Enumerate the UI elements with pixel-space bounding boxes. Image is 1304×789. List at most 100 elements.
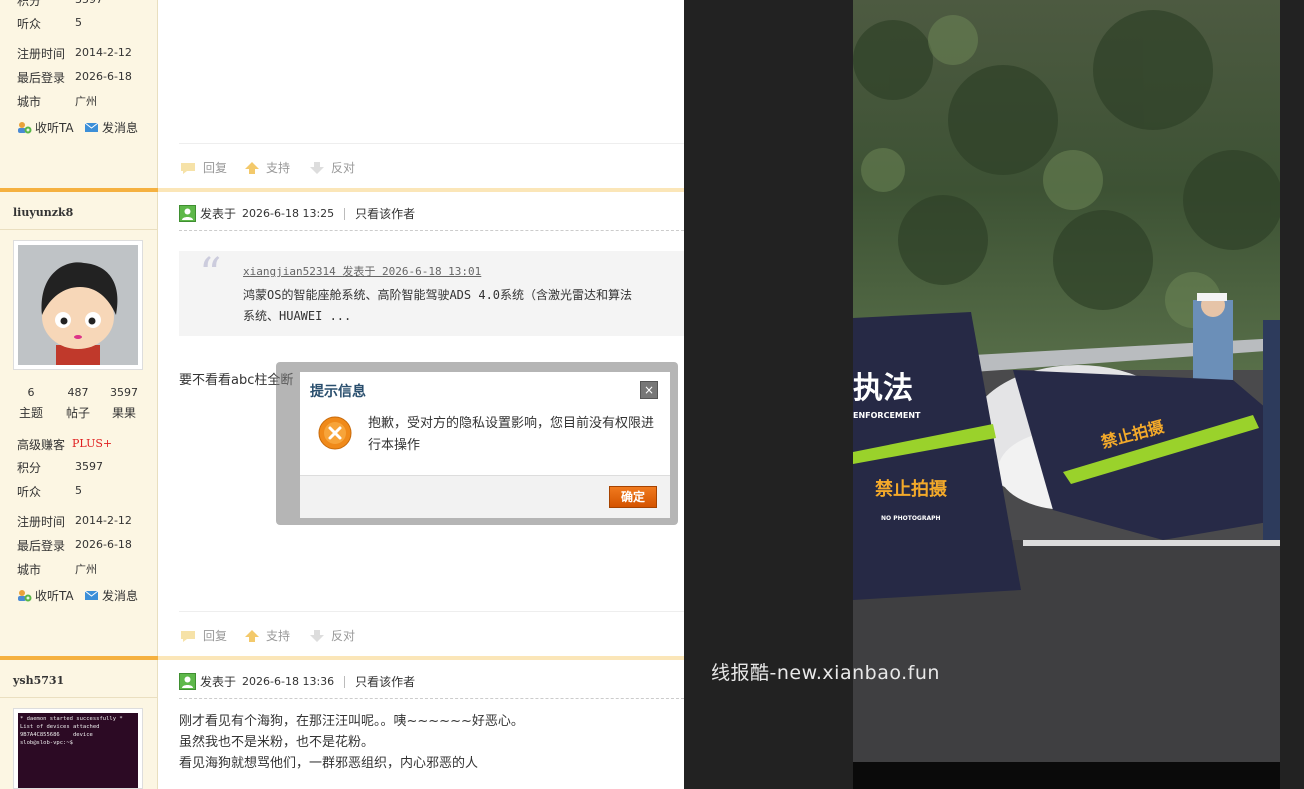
follow-link[interactable]: 收听TA bbox=[17, 119, 74, 136]
follow-icon bbox=[18, 122, 32, 134]
quote-line: 鸿蒙OS的智能座舱系统、高阶智能驾驶ADS 4.0系统（含激光雷达和算法 bbox=[243, 288, 633, 302]
separator bbox=[344, 675, 346, 688]
divider bbox=[0, 229, 158, 230]
posts-count[interactable]: 487 bbox=[58, 386, 98, 399]
message-label: 发消息 bbox=[102, 121, 139, 135]
reply-button[interactable]: 回复 bbox=[179, 159, 227, 176]
video-frame[interactable]: 执法 ENFORCEMENT 禁止拍摄 NO PHOTOGRAPH 禁止拍摄 bbox=[853, 0, 1280, 762]
reply-button[interactable]: 回复 bbox=[179, 627, 227, 644]
watermark: 线报酷-new.xianbao.fun bbox=[711, 662, 940, 684]
posted-prefix: 发表于 bbox=[200, 207, 237, 221]
reg-value: 2014-2-12 bbox=[75, 514, 132, 527]
avatar-image bbox=[18, 245, 138, 365]
topics-label: 主题 bbox=[18, 406, 43, 420]
support-button[interactable]: 支持 bbox=[244, 159, 290, 176]
city-label: 城市 bbox=[17, 95, 42, 109]
message-label: 发消息 bbox=[102, 589, 139, 603]
fruit-count[interactable]: 3597 bbox=[104, 386, 144, 399]
follow-link[interactable]: 收听TA bbox=[17, 587, 74, 604]
dialog-message: 抱歉，受对方的隐私设置影响，您目前没有权限进行本操作 bbox=[368, 416, 655, 453]
reg-label: 注册时间 bbox=[17, 515, 66, 529]
last-login-value: 2026-6-18 bbox=[75, 538, 132, 551]
support-button[interactable]: 支持 bbox=[244, 627, 290, 644]
reg-label: 注册时间 bbox=[17, 47, 66, 61]
post-text-line: 虽然我也不是米粉，也不是花粉。 bbox=[179, 735, 375, 750]
sign-text: 禁止拍摄 bbox=[875, 478, 948, 500]
sign-text: 执法 bbox=[853, 371, 913, 406]
thumb-up-icon bbox=[245, 629, 259, 642]
last-login-label: 最后登录 bbox=[17, 539, 66, 553]
support-label: 支持 bbox=[266, 161, 291, 175]
listeners-value: 5 bbox=[75, 16, 82, 29]
author-only-link[interactable]: 只看该作者 bbox=[355, 673, 415, 690]
oppose-label: 反对 bbox=[331, 629, 356, 643]
listeners-label: 听众 bbox=[17, 17, 42, 31]
online-user-icon bbox=[179, 205, 196, 222]
dialog-title: 提示信息 bbox=[310, 384, 366, 400]
online-user-icon bbox=[179, 673, 196, 690]
oppose-label: 反对 bbox=[331, 161, 356, 175]
post-text-line: 刚才看见有个海狗，在那汪汪叫呢。。咦~~~~~~好恶心。 bbox=[179, 714, 524, 729]
thumb-up-icon bbox=[245, 161, 259, 174]
username[interactable]: liuyunzk8 bbox=[13, 206, 73, 219]
quote-header[interactable]: xiangjian52314 发表于 2026-6-18 13:01 bbox=[243, 263, 481, 279]
avatar[interactable]: * daemon started successfully * List of d… bbox=[13, 708, 143, 789]
oppose-button[interactable]: 反对 bbox=[309, 627, 355, 644]
post-time: 2026-6-18 13:36 bbox=[242, 675, 335, 688]
topics-count[interactable]: 6 bbox=[11, 386, 51, 399]
close-button[interactable]: × bbox=[640, 381, 658, 399]
city-value: 广州 bbox=[75, 563, 97, 576]
post-header-line bbox=[179, 230, 684, 231]
reg-value: 2014-2-12 bbox=[75, 46, 132, 59]
forum-page: 积分 3597 听众 5 注册时间 2014-2-12 最后登录 2026-6-… bbox=[0, 0, 1304, 789]
rank-badge: PLUS+ bbox=[72, 437, 113, 450]
message-link[interactable]: 发消息 bbox=[84, 587, 138, 604]
post-footer-line bbox=[179, 611, 684, 612]
listeners-label: 听众 bbox=[17, 485, 42, 499]
thumb-down-icon bbox=[310, 629, 324, 642]
listeners-value: 5 bbox=[75, 484, 82, 497]
post-separator bbox=[0, 188, 684, 192]
fruit-label: 果果 bbox=[111, 406, 136, 420]
sign-text: ENFORCEMENT bbox=[853, 411, 921, 420]
message-link[interactable]: 发消息 bbox=[84, 119, 138, 136]
last-login-value: 2026-6-18 bbox=[75, 70, 132, 83]
terminal-line: slob@slob-vpc:~$ bbox=[20, 740, 73, 746]
points-label: 积分 bbox=[17, 0, 42, 8]
post-separator bbox=[0, 656, 684, 660]
follow-label: 收听TA bbox=[35, 121, 74, 135]
terminal-line: 9B7A4C855686 device bbox=[20, 732, 93, 738]
reply-icon bbox=[181, 162, 195, 174]
video-overlay[interactable]: 执法 ENFORCEMENT 禁止拍摄 NO PHOTOGRAPH 禁止拍摄 线… bbox=[684, 0, 1304, 789]
video-still: 执法 ENFORCEMENT 禁止拍摄 NO PHOTOGRAPH 禁止拍摄 bbox=[853, 0, 1280, 762]
city-label: 城市 bbox=[17, 563, 42, 577]
city-value: 广州 bbox=[75, 95, 97, 108]
thumb-down-icon bbox=[310, 161, 324, 174]
ok-button[interactable]: 确定 bbox=[609, 486, 657, 508]
terminal-line: * daemon started successfully * bbox=[20, 716, 123, 722]
post-meta: 发表于 2026-6-18 13:36 只看该作者 bbox=[179, 673, 415, 690]
prompt-dialog: 提示信息 × 抱歉，受对方的隐私设置影响，您目前没有权限进行本操作 确定 bbox=[276, 362, 678, 525]
reply-label: 回复 bbox=[203, 629, 228, 643]
dialog-footer: 确定 bbox=[300, 475, 670, 518]
sign-text: NO PHOTOGRAPH bbox=[881, 515, 941, 522]
separator bbox=[344, 207, 346, 220]
posted-prefix: 发表于 bbox=[200, 675, 237, 689]
username[interactable]: ysh5731 bbox=[13, 674, 64, 687]
post-header-line bbox=[179, 698, 684, 699]
quote-block: “ xiangjian52314 发表于 2026-6-18 13:01 鸿蒙O… bbox=[179, 251, 684, 336]
quote-body: 鸿蒙OS的智能座舱系统、高阶智能驾驶ADS 4.0系统（含激光雷达和算法 系统、… bbox=[243, 285, 632, 327]
quote-line: 系统、HUAWEI ... bbox=[243, 309, 352, 323]
post-meta: 发表于 2026-6-18 13:25 只看该作者 bbox=[179, 205, 415, 222]
avatar[interactable] bbox=[13, 240, 143, 370]
reply-label: 回复 bbox=[203, 161, 228, 175]
posts-label: 帖子 bbox=[65, 406, 90, 420]
points-value: 3597 bbox=[75, 460, 103, 473]
post-time: 2026-6-18 13:25 bbox=[242, 207, 335, 220]
points-label: 积分 bbox=[17, 461, 42, 475]
oppose-button[interactable]: 反对 bbox=[309, 159, 355, 176]
terminal-avatar: * daemon started successfully * List of d… bbox=[18, 713, 138, 788]
author-only-link[interactable]: 只看该作者 bbox=[355, 205, 415, 222]
support-label: 支持 bbox=[266, 629, 291, 643]
video-control-strip[interactable] bbox=[853, 762, 1280, 789]
